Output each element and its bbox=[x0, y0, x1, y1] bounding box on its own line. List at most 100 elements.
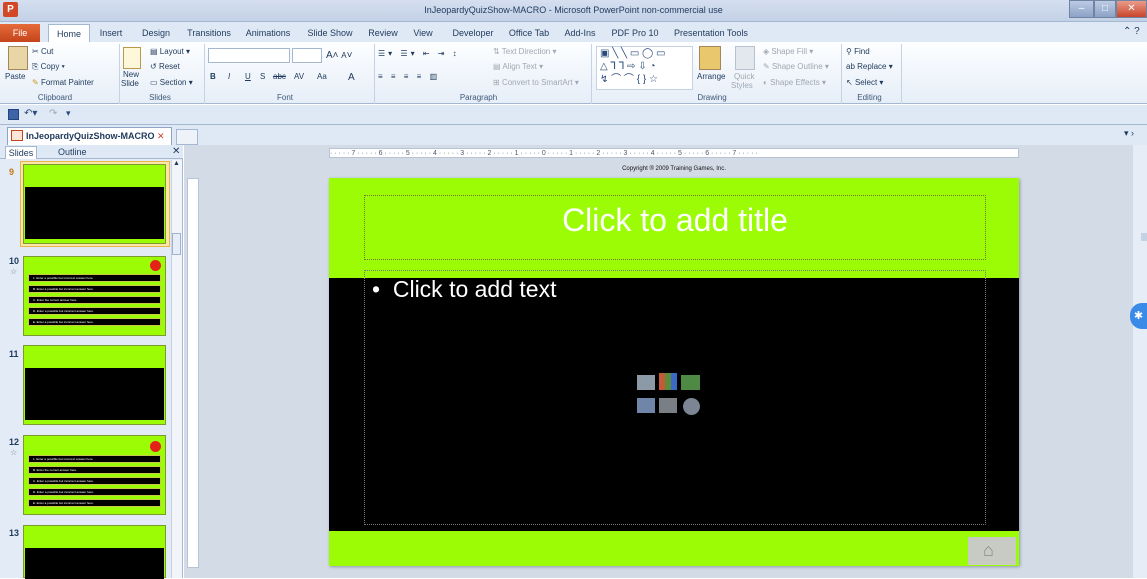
save-icon[interactable] bbox=[8, 109, 19, 120]
shapes-gallery[interactable]: ▣ ╲ ╲ ▭ ◯ ▭ △ ⅂ ⅂ ⇨ ⇩ ◔ ↯ ⌒ ⌒ { } ☆ bbox=[596, 46, 693, 90]
bold-button[interactable]: B bbox=[210, 72, 216, 81]
tab-office-tab[interactable]: Office Tab bbox=[506, 24, 552, 42]
insert-smartart-icon[interactable] bbox=[681, 375, 700, 390]
arrange-button[interactable]: Arrange bbox=[697, 72, 725, 81]
tab-home[interactable]: Home bbox=[48, 24, 90, 43]
layout-button[interactable]: ▤ Layout ▾ bbox=[150, 47, 190, 56]
document-tab-label: InJeopardyQuizShow-MACRO bbox=[26, 131, 155, 141]
find-button[interactable]: ⚲ Find bbox=[846, 47, 870, 56]
underline-button[interactable]: U bbox=[245, 72, 251, 81]
list-buttons[interactable]: ☰▾ ☰▾ ⇤ ⇥ ↕ bbox=[378, 49, 460, 58]
grow-font-button[interactable]: A˄ A˅ bbox=[326, 50, 352, 61]
replace-label: Replace bbox=[857, 62, 887, 71]
tab-add-ins[interactable]: Add-Ins bbox=[561, 24, 599, 42]
tab-insert[interactable]: Insert bbox=[93, 24, 129, 42]
tab-presentation-tools[interactable]: Presentation Tools bbox=[670, 24, 752, 42]
tab-view[interactable]: View bbox=[408, 24, 438, 42]
insert-table-icon[interactable] bbox=[637, 375, 655, 390]
replace-button[interactable]: ab Replace ▾ bbox=[846, 62, 893, 71]
tab-pdf-pro[interactable]: PDF Pro 10 bbox=[610, 24, 660, 42]
insert-clipart-icon[interactable] bbox=[659, 398, 677, 413]
slide-thumbnail-13[interactable] bbox=[23, 525, 166, 579]
tab-close-icon[interactable]: ✕ bbox=[157, 131, 165, 141]
character-spacing-button[interactable]: AV bbox=[294, 72, 304, 81]
tab-developer[interactable]: Developer bbox=[448, 24, 498, 42]
slide-thumbnail-10[interactable]: 1. Enter a possible but incorrect answer… bbox=[23, 256, 166, 336]
copy-icon: ⎘ bbox=[32, 62, 39, 71]
cut-button[interactable]: ✂ Cut bbox=[32, 47, 53, 56]
side-badge-icon[interactable]: ✱ bbox=[1130, 303, 1147, 329]
new-slide-button-2[interactable]: Slide bbox=[121, 79, 139, 88]
answer-row: 1. Enter a possible but incorrect answer… bbox=[28, 274, 161, 282]
pane-close-icon[interactable]: ✕ bbox=[172, 146, 180, 157]
strikethrough-button[interactable]: abc bbox=[273, 72, 286, 81]
shape-effects-label: Shape Effects bbox=[770, 78, 820, 87]
format-painter-button[interactable]: ✎ Format Painter bbox=[32, 78, 94, 87]
tab-review[interactable]: Review bbox=[364, 24, 402, 42]
tab-design[interactable]: Design bbox=[138, 24, 174, 42]
content-placeholder-label: Click to add text bbox=[392, 276, 557, 302]
font-color-button[interactable]: A bbox=[348, 72, 355, 83]
pane-scroll-thumb[interactable] bbox=[172, 233, 181, 255]
align-buttons[interactable]: ≡ ≡ ≡ ≡ ▥ bbox=[378, 72, 440, 81]
tab-file[interactable]: File bbox=[0, 24, 40, 42]
text-direction-button[interactable]: ⇅ Text Direction ▾ bbox=[493, 47, 557, 56]
select-button[interactable]: ↖ Select ▾ bbox=[846, 78, 883, 87]
arrange-icon[interactable] bbox=[699, 46, 721, 70]
quick-access-toolbar bbox=[0, 105, 1147, 125]
text-direction-label: Text Direction bbox=[501, 47, 551, 56]
new-slide-icon[interactable] bbox=[123, 47, 141, 69]
align-text-button[interactable]: ▤ Align Text ▾ bbox=[493, 62, 543, 71]
close-button[interactable]: ✕ bbox=[1116, 0, 1147, 18]
slide-number: 9 bbox=[9, 167, 15, 177]
italic-button[interactable]: I bbox=[228, 72, 230, 81]
font-size-box[interactable] bbox=[292, 48, 322, 63]
editor-scroll-thumb[interactable] bbox=[1141, 233, 1147, 241]
shape-outline-button[interactable]: ✎ Shape Outline ▾ bbox=[763, 62, 829, 71]
paste-button[interactable]: Paste bbox=[5, 72, 25, 81]
paste-icon[interactable] bbox=[8, 46, 28, 70]
editor-scrollbar[interactable] bbox=[1133, 145, 1147, 578]
shape-effects-button[interactable]: ◐ Shape Effects ▾ bbox=[763, 78, 826, 87]
tab-animations[interactable]: Animations bbox=[242, 24, 294, 42]
insert-chart-icon[interactable] bbox=[659, 373, 677, 390]
slide-thumbnail-9[interactable] bbox=[23, 164, 166, 244]
new-tab-button[interactable] bbox=[176, 129, 198, 145]
answer-row: C. Enter a possible but incorrect answer… bbox=[28, 477, 161, 485]
tab-slides[interactable]: Slides bbox=[5, 146, 37, 159]
convert-smartart-button[interactable]: ⊞ Convert to SmartArt ▾ bbox=[493, 78, 579, 87]
font-name-box[interactable] bbox=[208, 48, 290, 63]
redo-icon[interactable]: ↷ bbox=[49, 108, 57, 119]
maximize-button[interactable]: □ bbox=[1094, 0, 1116, 18]
answer-row: 1. Enter a possible but incorrect answer… bbox=[28, 455, 161, 463]
shadow-button[interactable]: S bbox=[260, 72, 265, 81]
scroll-up-icon[interactable]: ▲ bbox=[173, 160, 180, 167]
insert-picture-icon[interactable] bbox=[637, 398, 655, 413]
slide-thumbnail-12[interactable]: 1. Enter a possible but incorrect answer… bbox=[23, 435, 166, 515]
animation-icon: ☆ bbox=[10, 267, 18, 276]
insert-media-icon[interactable] bbox=[683, 398, 700, 415]
copy-button[interactable]: ⎘ Copy ▾ bbox=[32, 62, 65, 72]
reset-button[interactable]: ↺ Reset bbox=[150, 62, 180, 71]
tab-list-icon[interactable]: ▾ › bbox=[1124, 128, 1134, 139]
shape-fill-button[interactable]: ◈ Shape Fill ▾ bbox=[763, 47, 813, 56]
document-tab[interactable]: InJeopardyQuizShow-MACRO ✕ bbox=[7, 127, 172, 145]
quick-styles-button[interactable]: Quick bbox=[734, 72, 754, 81]
new-slide-button[interactable]: New bbox=[123, 70, 139, 79]
customize-qat-icon[interactable]: ▾ bbox=[66, 108, 71, 119]
quick-styles-icon[interactable] bbox=[735, 46, 755, 70]
help-icon[interactable]: ⌃ ? bbox=[1123, 26, 1145, 40]
tab-outline[interactable]: Outline bbox=[58, 146, 87, 159]
document-tab-bar bbox=[0, 125, 1147, 145]
quick-styles-button-2[interactable]: Styles bbox=[731, 81, 753, 90]
undo-icon[interactable]: ↶▾ bbox=[24, 108, 37, 119]
binoculars-icon: ⚲ bbox=[846, 47, 852, 56]
change-case-button[interactable]: Aa bbox=[317, 72, 327, 81]
tab-slide-show[interactable]: Slide Show bbox=[304, 24, 356, 42]
minimize-button[interactable]: – bbox=[1069, 0, 1094, 18]
section-button[interactable]: ▭ Section ▾ bbox=[150, 78, 193, 87]
buzzer-icon bbox=[150, 441, 161, 452]
slide-thumbnail-11[interactable] bbox=[23, 345, 166, 425]
pane-scrollbar[interactable] bbox=[171, 160, 182, 578]
tab-transitions[interactable]: Transitions bbox=[183, 24, 235, 42]
